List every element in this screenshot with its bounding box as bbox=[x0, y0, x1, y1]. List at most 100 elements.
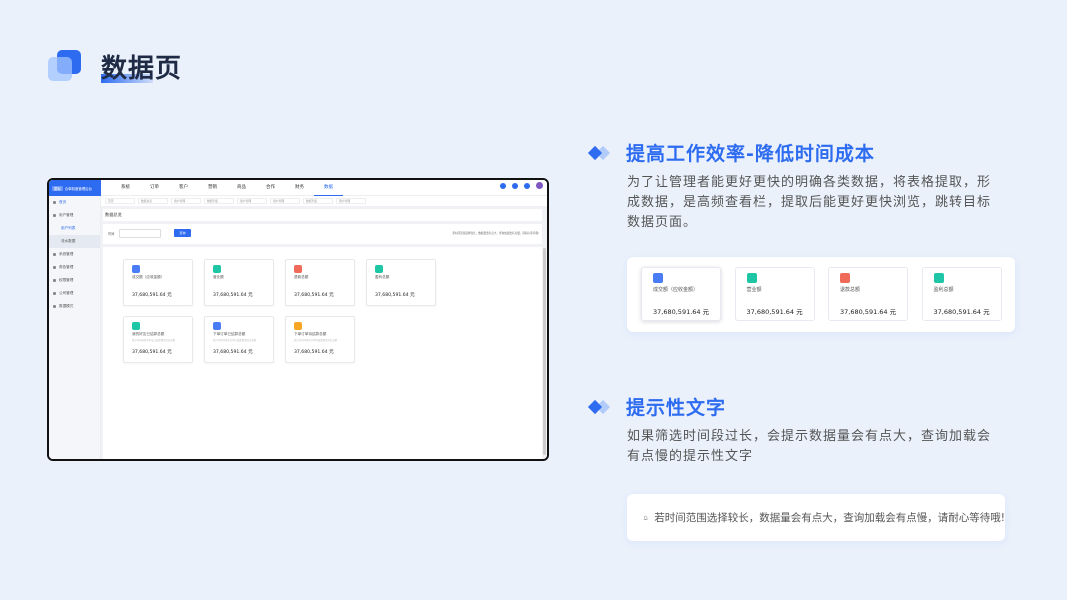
mockup-tab[interactable]: 用户管理 bbox=[237, 198, 267, 204]
mockup-stat-card[interactable]: 盈利总额 37,680,591.64 元 bbox=[366, 259, 436, 306]
stat-label: 营业额 bbox=[746, 287, 762, 293]
mockup-tab[interactable]: 用户管理 bbox=[171, 198, 201, 204]
menu-icon bbox=[53, 279, 56, 282]
mockup-nav-item[interactable]: 数据 bbox=[314, 180, 343, 196]
mockup-nav-item[interactable]: 财务 bbox=[285, 180, 314, 196]
mockup-stat-card[interactable]: 下单订单待结算总额统计时间内所有订单待结算佣金的总金额 37,680,591.64… bbox=[285, 316, 355, 363]
stat-label: 成交额（应收金额） bbox=[132, 275, 165, 279]
stat-icon bbox=[375, 265, 383, 273]
filter-tip: 若时间范围选择较长，数据量会有点大，查询加载会有点慢，请耐心等待哦! bbox=[452, 232, 539, 235]
mockup-sidebar-item[interactable]: 权限管理 bbox=[49, 274, 100, 287]
mockup-sidebar: 首页用户管理用户列表流水数据系统管理角色管理权限管理公司管理数据模式 bbox=[49, 196, 101, 459]
mockup-sidebar-item[interactable]: 用户管理 bbox=[49, 209, 100, 222]
mockup-nav-item[interactable]: 商品 bbox=[227, 180, 256, 196]
sidebar-item-label: 用户列表 bbox=[61, 226, 76, 230]
stat-card[interactable]: 营业额 37,680,591.64 元 bbox=[734, 267, 815, 321]
mockup-nav-item[interactable]: 系统 bbox=[111, 180, 140, 196]
mockup-tab[interactable]: 用户管理 bbox=[336, 198, 366, 204]
mockup-sidebar-item[interactable]: 首页 bbox=[49, 196, 100, 209]
brand-tag: 图标 bbox=[52, 185, 63, 191]
mockup-stat-card[interactable]: 成交额（应收金额） 37,680,591.64 元 bbox=[123, 259, 193, 306]
mockup-sidebar-item[interactable]: 用户列表 bbox=[49, 222, 100, 235]
menu-icon bbox=[53, 266, 56, 269]
stat-icon bbox=[132, 265, 140, 273]
date-range-input[interactable] bbox=[119, 229, 161, 238]
stat-icon bbox=[746, 273, 757, 283]
stat-icon bbox=[653, 273, 663, 283]
stat-value: 37,680,591.64 元 bbox=[213, 350, 253, 355]
stat-value: 37,680,591.64 元 bbox=[375, 293, 415, 298]
mockup-tab[interactable]: 首页 bbox=[105, 198, 135, 204]
sidebar-item-label: 流水数据 bbox=[61, 239, 76, 243]
stat-card[interactable]: 退款总额 37,680,591.64 元 bbox=[828, 267, 908, 321]
stat-card[interactable]: 成交额（应收金额） 37,680,591.64 元 bbox=[641, 267, 721, 321]
mockup-sidebar-item[interactable]: 系统管理 bbox=[49, 248, 100, 261]
stat-sublabel: 统计时间内所有好友已结算佣金的总金额 bbox=[132, 339, 176, 342]
stat-icon bbox=[132, 322, 140, 330]
mockup-nav-item[interactable]: 客户 bbox=[169, 180, 198, 196]
diamond-bullet-icon bbox=[587, 145, 612, 161]
loading-tip-box: 若时间范围选择较长，数据量会有点大，查询加载会有点慢，请耐心等待哦! bbox=[627, 494, 1005, 541]
stat-label: 下单订单已结算总额 bbox=[213, 332, 246, 336]
mockup-filter: 时间 查询 若时间范围选择较长，数据量会有点大，查询加载会有点慢，请耐心等待哦! bbox=[103, 224, 542, 244]
stat-value: 37,680,591.64 元 bbox=[933, 308, 990, 316]
user-icon[interactable] bbox=[512, 182, 518, 189]
section2-header: 提示性文字 bbox=[587, 393, 726, 420]
mockup-sidebar-item[interactable]: 数据模式 bbox=[49, 300, 100, 313]
mockup-stat-card[interactable]: 营业额 37,680,591.64 元 bbox=[204, 259, 274, 306]
menu-icon bbox=[53, 253, 56, 256]
query-button[interactable]: 查询 bbox=[174, 229, 191, 237]
menu-icon bbox=[53, 292, 56, 295]
stat-cards-panel: 成交额（应收金额） 37,680,591.64 元营业额 37,680,591.64… bbox=[627, 257, 1015, 332]
stat-card[interactable]: 盈利总额 37,680,591.64 元 bbox=[921, 267, 1002, 321]
mockup-nav: 系统 订单 客户 营销 商品 合作 财务 数据 bbox=[111, 180, 343, 196]
mockup-topbar: 图标 合单制度管理后台 系统 订单 客户 营销 商品 合作 财务 数据 bbox=[49, 180, 547, 196]
stat-label: 退款总额 bbox=[294, 275, 309, 279]
sidebar-item-label: 角色管理 bbox=[59, 265, 74, 269]
mockup-nav-item[interactable]: 营销 bbox=[198, 180, 227, 196]
mockup-tab[interactable]: 数据列表 bbox=[204, 198, 234, 204]
filter-label: 时间 bbox=[108, 232, 115, 236]
stat-icon bbox=[294, 322, 302, 330]
stat-value: 37,680,591.64 元 bbox=[294, 350, 334, 355]
mockup-cards-area: 成交额（应收金额） 37,680,591.64 元营业额 37,680,591.64… bbox=[103, 247, 542, 459]
stat-value: 37,680,591.64 元 bbox=[132, 293, 172, 298]
stat-icon bbox=[840, 273, 850, 283]
stat-label: 退款总额 bbox=[840, 287, 861, 293]
mockup-scrollbar[interactable] bbox=[543, 248, 546, 455]
sidebar-item-label: 公司管理 bbox=[59, 291, 74, 295]
menu-icon bbox=[53, 214, 56, 217]
mockup-sidebar-item[interactable]: 公司管理 bbox=[49, 287, 100, 300]
mockup-tab[interactable]: 数据总览 bbox=[138, 198, 168, 204]
stat-icon bbox=[933, 273, 944, 283]
brand-name: 合单制度管理后台 bbox=[64, 186, 92, 191]
mockup-stat-card[interactable]: 退款总额 37,680,591.64 元 bbox=[285, 259, 355, 306]
mockup-nav-item[interactable]: 订单 bbox=[140, 180, 169, 196]
refresh-icon[interactable] bbox=[500, 182, 506, 189]
section1-desc: 为了让管理者能更好更快的明确各类数据，将表格提取，形成数据，是高频查看栏，提取后… bbox=[627, 175, 992, 230]
bell-icon bbox=[643, 515, 648, 520]
sidebar-item-label: 首页 bbox=[59, 200, 67, 204]
mockup-tab[interactable]: 用户管理 bbox=[270, 198, 300, 204]
message-icon[interactable] bbox=[524, 182, 530, 189]
stat-sublabel: 统计时间内所有订单待结算佣金的总金额 bbox=[294, 339, 338, 342]
avatar[interactable] bbox=[536, 182, 543, 189]
mockup-sidebar-item[interactable]: 角色管理 bbox=[49, 261, 100, 274]
mockup-sidebar-item[interactable]: 流水数据 bbox=[49, 235, 100, 248]
mockup-tabs: 首页 数据总览 用户管理 数据列表 用户管理 用户管理 数据列表 用户管理 bbox=[101, 196, 547, 206]
section1-header: 提高工作效率-降低时间成本 bbox=[587, 139, 875, 166]
mockup-stat-card[interactable]: 我的好友已结算总额 统计时间内所有好友已结算佣金的总金额 37,680,591.64… bbox=[123, 316, 193, 363]
sidebar-item-label: 用户管理 bbox=[59, 213, 74, 217]
stat-label: 盈利总额 bbox=[933, 287, 954, 293]
mockup-section-title: 数据总览 bbox=[103, 209, 542, 221]
stat-label: 成交额（应收金额） bbox=[653, 287, 699, 293]
mockup-stat-card[interactable]: 下单订单已结算总额 统计时间内所有订单已结算佣金的总金额 37,680,591.64… bbox=[204, 316, 274, 363]
stat-value: 37,680,591.64 元 bbox=[653, 308, 710, 316]
mockup-main: 首页 数据总览 用户管理 数据列表 用户管理 用户管理 数据列表 用户管理 数据总览 时间 查… bbox=[101, 196, 547, 459]
stat-label: 下单订单待结算总额 bbox=[294, 332, 327, 336]
mockup-brand: 图标 合单制度管理后台 bbox=[49, 180, 101, 196]
mockup-tab[interactable]: 数据列表 bbox=[303, 198, 333, 204]
sidebar-item-label: 系统管理 bbox=[59, 252, 74, 256]
stat-label: 营业额 bbox=[213, 275, 224, 279]
mockup-nav-item[interactable]: 合作 bbox=[256, 180, 285, 196]
